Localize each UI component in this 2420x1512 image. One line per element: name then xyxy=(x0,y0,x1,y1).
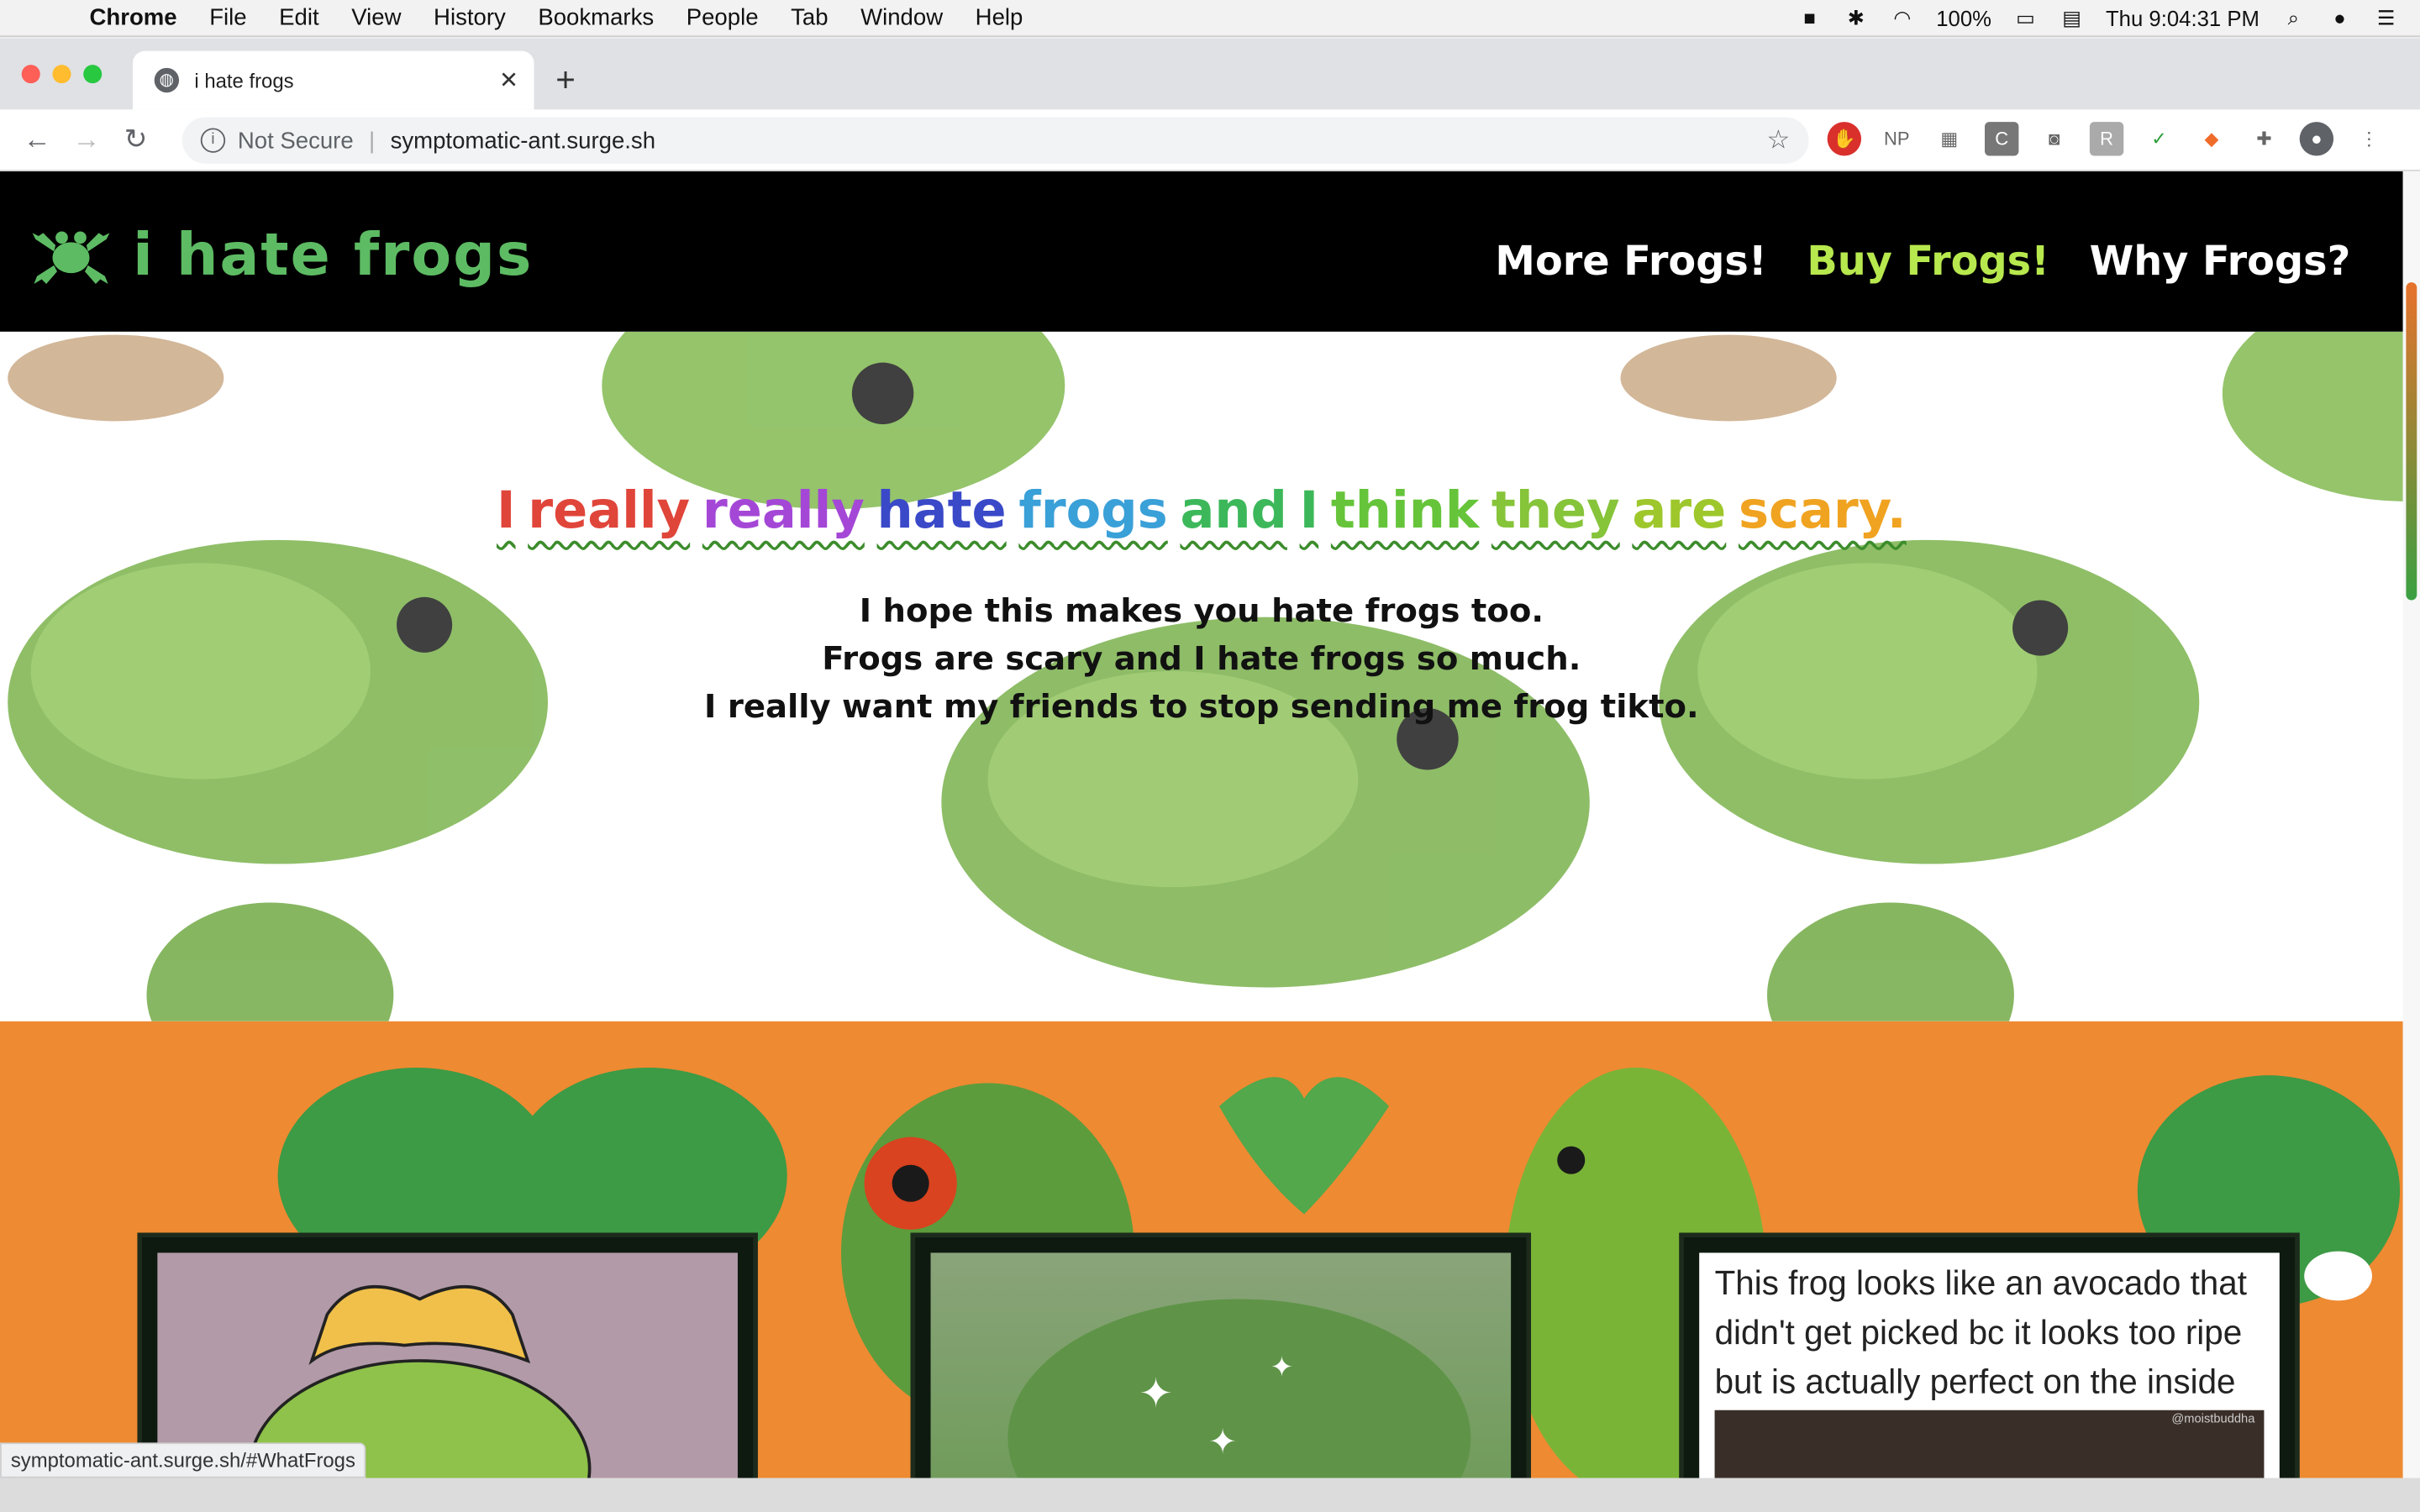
tab-i-hate-frogs[interactable]: ◍ i hate frogs ✕ xyxy=(132,50,534,110)
list-icon[interactable]: ☰ xyxy=(2374,7,2398,29)
menu-bookmarks[interactable]: Bookmarks xyxy=(538,5,654,31)
nav-why-frogs[interactable]: Why Frogs? xyxy=(2090,239,2351,286)
window-bottom-edge xyxy=(0,1478,2420,1512)
menu-file[interactable]: File xyxy=(209,5,246,31)
site-header: i hate frogs More Frogs! Buy Frogs! Why … xyxy=(0,171,2403,332)
address-divider: | xyxy=(369,127,376,154)
menu-people[interactable]: People xyxy=(687,5,759,31)
hero-title-word: really xyxy=(702,480,865,540)
globe-icon: ◍ xyxy=(154,67,180,93)
menu-view[interactable]: View xyxy=(351,5,401,31)
back-arrow-icon[interactable]: ← xyxy=(13,123,62,156)
close-window-button[interactable] xyxy=(21,65,40,84)
hero-title-word: and xyxy=(1180,480,1287,540)
info-icon[interactable]: i xyxy=(200,128,226,153)
hero-title-word: are xyxy=(1632,480,1727,540)
address-bar[interactable]: i Not Secure | symptomatic-ant.surge.sh … xyxy=(182,117,1809,164)
frog-gallery-section: ✦ ✦ ✦ This frog looks like an avocado th… xyxy=(0,1021,2403,1478)
bookmark-star-icon[interactable]: ☆ xyxy=(1767,125,1791,156)
hero-body: I hope this makes you hate frogs too. Fr… xyxy=(0,588,2403,732)
macos-menubar: Chrome File Edit View History Bookmarks … xyxy=(0,0,2420,38)
site-nav: More Frogs! Buy Frogs! Why Frogs? xyxy=(1495,239,2350,286)
menubar-clock[interactable]: Thu 9:04:31 PM xyxy=(2106,6,2260,30)
close-tab-icon[interactable]: ✕ xyxy=(499,66,518,94)
scrollbar-thumb[interactable] xyxy=(2406,282,2417,601)
window-controls xyxy=(21,65,103,84)
card-3-photo: @moistbuddha xyxy=(1714,1410,2265,1478)
frog-logo-icon[interactable] xyxy=(31,223,112,285)
web-page: i hate frogs More Frogs! Buy Frogs! Why … xyxy=(0,171,2403,1478)
card-3-credit: @moistbuddha xyxy=(2171,1411,2255,1426)
hero-title-word: they xyxy=(1491,480,1620,540)
adblock-icon[interactable]: ✋ xyxy=(1827,122,1862,156)
zoom-window-button[interactable] xyxy=(83,65,103,84)
menu-edit[interactable]: Edit xyxy=(279,5,318,31)
forward-arrow-icon[interactable]: → xyxy=(61,123,111,156)
flag-icon[interactable]: ▤ xyxy=(2060,7,2084,29)
menu-history[interactable]: History xyxy=(434,5,506,31)
card-2-image: ✦ ✦ ✦ xyxy=(930,1252,1512,1478)
hero-line-1: I hope this makes you hate frogs too. xyxy=(859,592,1544,630)
browser-toolbar: ← → ↻ i Not Secure | symptomatic-ant.sur… xyxy=(0,109,2420,171)
gallery-card-3[interactable]: This frog looks like an avocado that did… xyxy=(1679,1232,2300,1478)
card-3-caption: This frog looks like an avocado that did… xyxy=(1714,1263,2247,1401)
fox-extension-icon[interactable]: ◆ xyxy=(2195,122,2228,155)
frog-closeup-image: ✦ ✦ ✦ xyxy=(1007,1299,1471,1478)
gallery-card-2[interactable]: ✦ ✦ ✦ xyxy=(910,1232,1532,1478)
np-extension-icon[interactable]: NP xyxy=(1880,122,1913,155)
security-label[interactable]: Not Secure xyxy=(238,128,354,154)
check-extension-icon[interactable]: ✓ xyxy=(2142,122,2175,155)
page-scrollbar[interactable] xyxy=(2402,171,2420,1478)
hero-title-word: think xyxy=(1330,480,1480,540)
hero-title-word: scary. xyxy=(1738,480,1907,540)
bluetooth-icon[interactable]: ✱ xyxy=(1844,7,1868,29)
gallery-card-1[interactable] xyxy=(137,1232,758,1478)
minimize-window-button[interactable] xyxy=(52,65,71,84)
camera-icon[interactable]: ■ xyxy=(1797,7,1822,29)
camera-extension-icon[interactable]: ◙ xyxy=(2037,122,2070,155)
hero-title-word: I xyxy=(496,480,516,540)
svg-text:✦: ✦ xyxy=(1208,1422,1237,1461)
tab-strip: ◍ i hate frogs ✕ + xyxy=(0,38,2420,110)
hero-line-3: I really want my friends to stop sending… xyxy=(704,688,1699,726)
svg-text:✦: ✦ xyxy=(1270,1352,1294,1383)
menu-tab[interactable]: Tab xyxy=(791,5,828,31)
reload-icon[interactable]: ↻ xyxy=(111,123,160,156)
battery-percent: 100% xyxy=(1936,6,1992,31)
hero-line-2: Frogs are scary and I hate frogs so much… xyxy=(822,640,1581,678)
siri-icon[interactable]: ● xyxy=(2328,7,2352,29)
search-icon[interactable]: ⌕ xyxy=(2281,7,2306,29)
c-extension-icon[interactable]: C xyxy=(1984,122,2019,156)
menu-kebab-icon[interactable]: ⋮ xyxy=(2352,122,2386,155)
hero-title: Ireally really hate frogs and Ithink they are sc… xyxy=(0,480,2403,540)
hero-title-word: frogs xyxy=(1018,480,1168,540)
tab-title: i hate frogs xyxy=(194,68,294,92)
new-tab-button[interactable]: + xyxy=(555,60,576,101)
menubar-status-area: ■ ✱ ◠ 100% ▭ ▤ Thu 9:04:31 PM ⌕ ● ☰ xyxy=(1797,0,2398,37)
url-text[interactable]: symptomatic-ant.surge.sh xyxy=(391,128,655,154)
hero-title-word: really xyxy=(528,480,691,540)
profile-avatar-icon[interactable]: ● xyxy=(2299,122,2334,156)
svg-text:✦: ✦ xyxy=(1139,1372,1172,1416)
r-extension-icon[interactable]: R xyxy=(2089,122,2124,156)
hero-title-word: hate xyxy=(876,480,1007,540)
card-3-meme: This frog looks like an avocado that did… xyxy=(1699,1252,2280,1478)
nav-more-frogs[interactable]: More Frogs! xyxy=(1495,239,1766,286)
hero-title-word: I xyxy=(1299,480,1319,540)
extensions-bar: ✋ NP ▦ C ◙ R ✓ ◆ ✚ ● ⋮ xyxy=(1827,122,2386,156)
nav-buy-frogs[interactable]: Buy Frogs! xyxy=(1807,239,2049,286)
menu-help[interactable]: Help xyxy=(976,5,1023,31)
puzzle-icon[interactable]: ✚ xyxy=(2247,122,2281,155)
wifi-icon[interactable]: ◠ xyxy=(1890,7,1914,29)
menu-app-name[interactable]: Chrome xyxy=(90,5,177,31)
link-status-bar: symptomatic-ant.surge.sh/#WhatFrogs xyxy=(0,1442,366,1478)
hero-section: Ireally really hate frogs and Ithink they are sc… xyxy=(0,331,2403,1021)
grid-extension-icon[interactable]: ▦ xyxy=(1933,122,1966,155)
menu-window[interactable]: Window xyxy=(860,5,943,31)
battery-icon[interactable]: ▭ xyxy=(2013,7,2038,29)
site-logo-text[interactable]: i hate frogs xyxy=(133,221,533,289)
